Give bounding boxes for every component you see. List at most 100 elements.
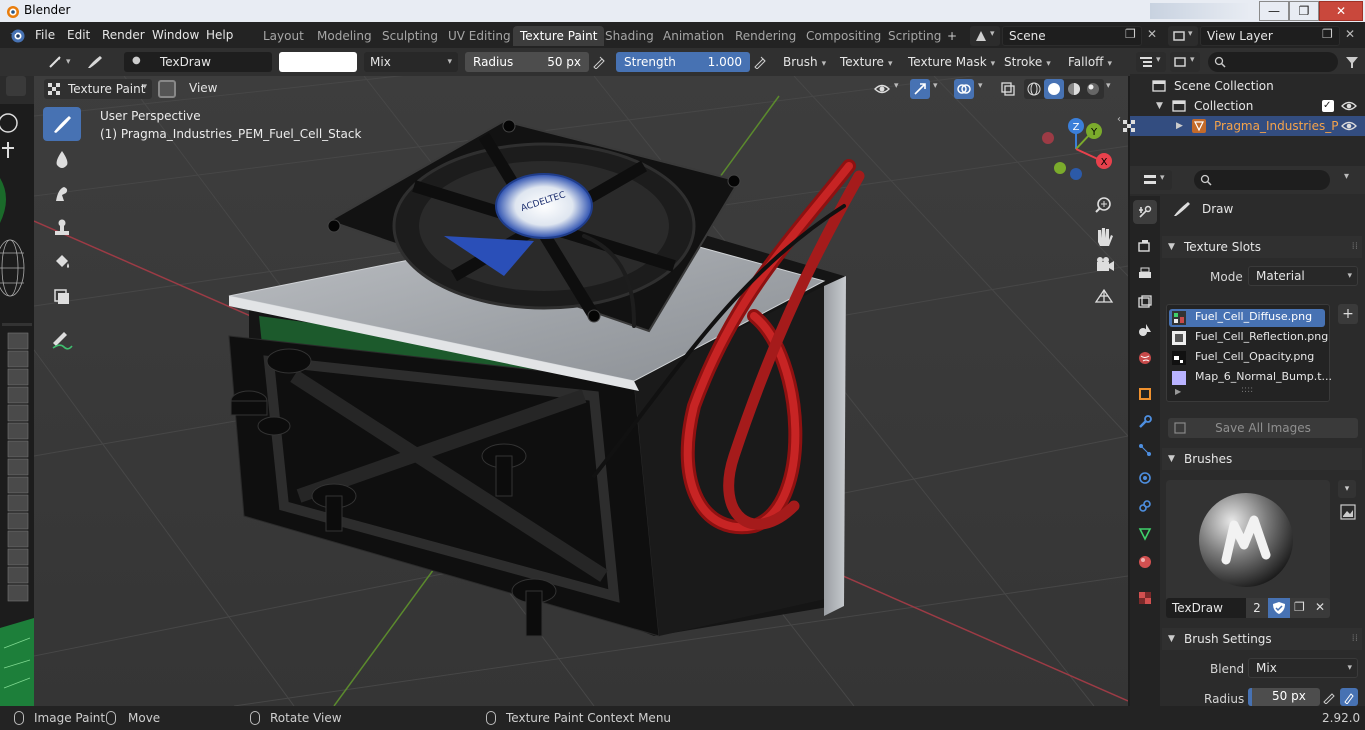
scene-name-field[interactable]: Scene: [1002, 26, 1142, 46]
duplicate-brush-button[interactable]: ❐: [1290, 598, 1310, 618]
wireframe-shading-icon[interactable]: [1027, 82, 1041, 96]
tab-scene[interactable]: [1133, 318, 1157, 342]
properties-search-input[interactable]: [1194, 170, 1330, 190]
drag-handle-icon[interactable]: ⁞⁞: [1352, 236, 1358, 258]
properties-editor-type-button[interactable]: ▾: [1140, 170, 1172, 190]
tab-modeling[interactable]: Modeling: [310, 26, 379, 46]
list-resize-grip-icon[interactable]: ::::: [1241, 385, 1253, 395]
tab-animation[interactable]: Animation: [656, 26, 731, 46]
pressure-pen-icon[interactable]: [592, 55, 606, 69]
falloff-menu[interactable]: Falloff ▾: [1062, 52, 1118, 72]
disclosure-triangle-icon[interactable]: ▼: [1156, 96, 1163, 116]
mask-tool-button[interactable]: [43, 279, 81, 313]
viewlayer-copy-icon[interactable]: ❐: [1322, 27, 1333, 41]
draw-tool-button[interactable]: [43, 107, 81, 141]
add-workspace-button[interactable]: +: [940, 26, 964, 46]
close-button[interactable]: ✕: [1319, 1, 1363, 21]
eye-icon[interactable]: [1341, 100, 1357, 112]
solid-shading-button[interactable]: [1044, 79, 1064, 99]
view-menu[interactable]: View: [189, 81, 217, 95]
menu-file[interactable]: File: [35, 28, 55, 42]
tab-particles[interactable]: [1133, 438, 1157, 462]
chevron-down-icon[interactable]: ▾: [1344, 171, 1349, 182]
filter-icon[interactable]: [1344, 54, 1360, 70]
overlay-toggle-button[interactable]: [954, 79, 974, 99]
minimize-button[interactable]: —: [1259, 1, 1289, 21]
list-expand-icon[interactable]: ▶: [1175, 387, 1181, 396]
tab-compositing[interactable]: Compositing: [799, 26, 888, 46]
drag-handle-icon[interactable]: ⁞⁞: [1352, 628, 1358, 650]
radius-slider[interactable]: Radius 50 px: [465, 52, 589, 72]
brush-datablock-name-field[interactable]: TexDraw: [1166, 598, 1246, 618]
brush-name-field[interactable]: ● TexDraw: [124, 52, 272, 72]
tab-render[interactable]: [1133, 234, 1157, 258]
strength-pressure-icon[interactable]: [753, 55, 767, 69]
tab-tool[interactable]: [1133, 200, 1157, 224]
tab-texture-paint[interactable]: Texture Paint: [513, 26, 605, 46]
chevron-down-icon[interactable]: ▾: [978, 81, 983, 91]
eye-icon[interactable]: [1341, 120, 1357, 132]
mask-toggle-button[interactable]: [158, 80, 176, 98]
tab-physics[interactable]: [1133, 466, 1157, 490]
tool-picker-button[interactable]: ▾: [44, 52, 76, 72]
viewlayer-remove-icon[interactable]: ✕: [1345, 27, 1355, 41]
blend-mode-dropdown[interactable]: Mix ▾: [364, 52, 458, 72]
tab-constraints[interactable]: [1133, 494, 1157, 518]
texture-menu[interactable]: Texture ▾: [834, 52, 898, 72]
chevron-down-icon[interactable]: ▾: [933, 81, 938, 91]
smear-tool-button[interactable]: [43, 177, 81, 211]
menu-help[interactable]: Help: [206, 28, 233, 42]
annotate-tool-button[interactable]: [43, 323, 81, 357]
tab-shading[interactable]: Shading: [598, 26, 661, 46]
tab-scripting[interactable]: Scripting: [881, 26, 948, 46]
tab-layout[interactable]: Layout: [256, 26, 311, 46]
tab-output[interactable]: [1133, 262, 1157, 286]
texture-mode-dropdown[interactable]: Material ▾: [1248, 266, 1358, 286]
tab-world[interactable]: [1133, 346, 1157, 370]
material-shading-icon[interactable]: [1067, 82, 1081, 96]
menu-window[interactable]: Window: [152, 28, 199, 42]
gizmo-toggle-button[interactable]: [910, 79, 930, 99]
pressure-pen-icon[interactable]: [1322, 690, 1336, 704]
maximize-button[interactable]: ❐: [1289, 1, 1319, 21]
outliner-row-collection[interactable]: ▼ Collection ✓: [1130, 96, 1365, 116]
strength-slider[interactable]: Strength 1.000: [616, 52, 750, 72]
brush-icon[interactable]: [86, 54, 104, 70]
scene-copy-icon[interactable]: ❐: [1125, 27, 1136, 41]
clone-tool-button[interactable]: [43, 211, 81, 245]
viewlayer-browse-button[interactable]: ▾: [1168, 26, 1198, 46]
display-mode-button[interactable]: ▾: [1170, 52, 1200, 72]
disclosure-triangle-icon[interactable]: ▶: [1176, 116, 1183, 136]
tab-data[interactable]: [1133, 522, 1157, 546]
sidebar-toggle-icon[interactable]: ‹: [1117, 114, 1121, 125]
add-slot-button[interactable]: +: [1338, 304, 1358, 324]
fill-tool-button[interactable]: [43, 245, 81, 279]
list-item[interactable]: Fuel_Cell_Reflection.png: [1169, 329, 1328, 347]
rendered-shading-icon[interactable]: [1086, 82, 1100, 96]
blender-menu-icon[interactable]: [8, 26, 26, 44]
tab-texture[interactable]: [1133, 586, 1157, 610]
visibility-dropdown[interactable]: ▾: [872, 79, 904, 99]
exclude-checkbox[interactable]: ✓: [1322, 100, 1334, 112]
view-layer-field[interactable]: View Layer: [1200, 26, 1340, 46]
texture-slots-panel-header[interactable]: ▼ Texture Slots ⁞⁞: [1162, 236, 1362, 258]
chevron-down-icon[interactable]: ▾: [1106, 81, 1111, 91]
mode-dropdown[interactable]: Texture Paint ▾: [44, 79, 152, 99]
tab-object[interactable]: [1133, 382, 1157, 406]
brush-radius-slider[interactable]: 50 px: [1248, 688, 1320, 706]
outliner-row-object[interactable]: ▶ Pragma_Industries_P: [1130, 116, 1365, 136]
menu-edit[interactable]: Edit: [67, 28, 90, 42]
list-item[interactable]: Fuel_Cell_Opacity.png: [1169, 349, 1325, 367]
brushes-panel-header[interactable]: ▼ Brushes: [1162, 448, 1362, 470]
brush-image-icon[interactable]: [1340, 504, 1356, 520]
radius-unit-toggle[interactable]: [1340, 688, 1358, 706]
tab-view-layer[interactable]: [1133, 290, 1157, 314]
3d-viewport[interactable]: ACDELTEC Z Y X Texture Paint ▾ View User…: [34, 76, 1128, 706]
brush-menu[interactable]: Brush ▾: [777, 52, 832, 72]
outliner-search-input[interactable]: [1208, 52, 1338, 72]
texture-mask-menu[interactable]: Texture Mask ▾: [902, 52, 1001, 72]
viewport-scene[interactable]: ACDELTEC Z Y X: [34, 76, 1128, 706]
tab-uv-editing[interactable]: UV Editing: [441, 26, 518, 46]
brush-settings-panel-header[interactable]: ▼ Brush Settings ⁞⁞: [1162, 628, 1362, 650]
xray-icon[interactable]: [1000, 81, 1016, 97]
